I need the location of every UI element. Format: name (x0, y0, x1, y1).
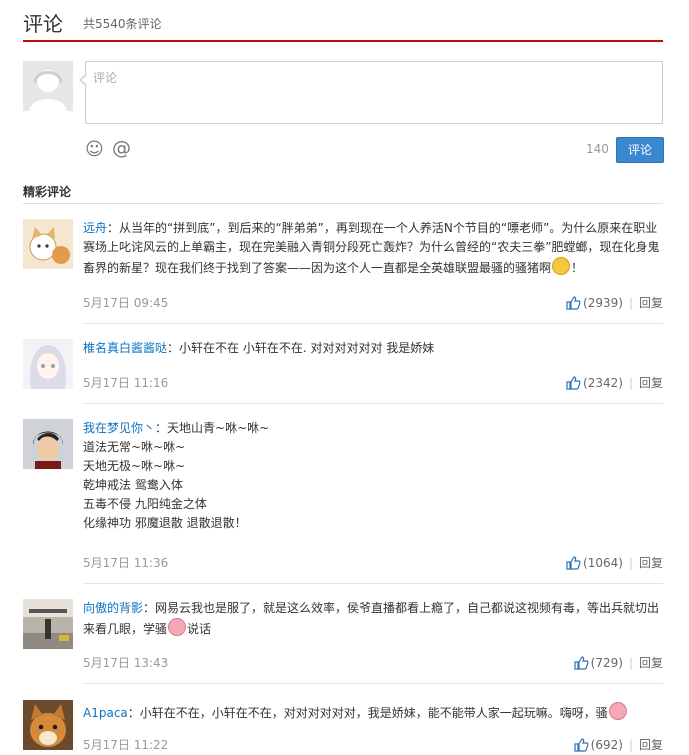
comment-actions: (1064) | 回复 (566, 554, 663, 571)
char-limit: 140 (586, 142, 609, 156)
avatar[interactable] (23, 700, 73, 750)
like-button[interactable]: (692) (574, 738, 623, 752)
pig-emoji-icon (608, 702, 627, 720)
thumbs-up-icon (566, 376, 581, 390)
avatar (23, 61, 73, 111)
comment-item: 我在梦见你丶：天地山青~咻~咻~ 道法无常~咻~咻~ 天地无极~咻~咻~ 乾坤戒… (23, 419, 663, 587)
comment-divider (83, 683, 663, 684)
comment-text: 椎名真白酱酱哒：小轩在不在 小轩在不在. 对对对对对对 我是娇妹 (83, 341, 435, 355)
comment-time: 5月17日 09:45 (83, 296, 169, 310)
like-button[interactable]: (2342) (566, 376, 623, 390)
thumbs-up-icon (566, 556, 581, 570)
section-divider (23, 203, 663, 204)
comment-time: 5月17日 11:22 (83, 738, 169, 752)
comment-actions: (692) | 回复 (574, 736, 663, 753)
page-title: 评论 (23, 12, 63, 36)
comment-item: 椎名真白酱酱哒：小轩在不在 小轩在不在. 对对对对对对 我是娇妹 5月17日 1… (23, 339, 663, 407)
comment-input-placeholder: 评论 (93, 71, 118, 85)
comment-username[interactable]: 向傲的背影 (83, 601, 143, 615)
comment-username[interactable]: 远舟 (83, 221, 107, 235)
comment-username[interactable]: A1paca (83, 706, 128, 720)
like-count: (729) (590, 656, 623, 670)
pig-emoji-icon (168, 618, 187, 636)
thumbs-up-icon (574, 656, 589, 670)
at-mention-icon[interactable]: @ (112, 137, 131, 159)
laughing-emoji-icon (552, 257, 571, 275)
cat-avatar-icon (23, 219, 73, 269)
reply-button[interactable]: 回复 (639, 556, 663, 570)
comment-actions: (2939) | 回复 (566, 294, 663, 311)
section-title: 精彩评论 (23, 185, 72, 199)
avatar[interactable] (23, 339, 73, 389)
street-photo-avatar-icon (23, 599, 73, 649)
comment-divider (83, 583, 663, 584)
like-button[interactable]: (1064) (566, 556, 623, 570)
like-count: (2342) (583, 376, 623, 390)
comment-divider (83, 323, 663, 324)
comment-item: 向傲的背影：网易云我也是服了，就是这么效率，侯爷直播都看上瘾了，自己都说这视频有… (23, 599, 663, 687)
comment-text: 向傲的背影：网易云我也是服了，就是这么效率，侯爷直播都看上瘾了，自己都说这视频有… (83, 601, 660, 636)
comment-input[interactable]: 评论 (79, 61, 663, 124)
like-count: (2939) (583, 296, 623, 310)
comment-actions: (729) | 回复 (574, 654, 663, 671)
reply-button[interactable]: 回复 (639, 656, 663, 670)
comment-text: A1paca：小轩在不在，小轩在不在，对对对对对对，我是娇妹，能不能带人家一起玩… (83, 702, 663, 723)
reply-button[interactable]: 回复 (639, 296, 663, 310)
like-count: (1064) (583, 556, 623, 570)
like-button[interactable]: (2939) (566, 296, 623, 310)
emoji-icon[interactable]: ☺ (85, 139, 104, 160)
comment-item: 远舟：从当年的“拼到底”，到后来的“胖弟弟”，再到现在一个人养活N个节目的“嘌老… (23, 219, 663, 327)
avatar[interactable] (23, 599, 73, 649)
cat-photo-avatar-icon (23, 700, 73, 750)
comment-username[interactable]: 椎名真白酱酱哒 (83, 341, 167, 355)
boy-avatar-icon (23, 419, 73, 469)
like-count: (692) (590, 738, 623, 752)
avatar[interactable] (23, 219, 73, 269)
comment-divider (83, 403, 663, 404)
like-button[interactable]: (729) (574, 656, 623, 670)
comment-text: 远舟：从当年的“拼到底”，到后来的“胖弟弟”，再到现在一个人养活N个节目的“嘌老… (83, 221, 660, 275)
comment-username[interactable]: 我在梦见你丶 (83, 421, 155, 435)
default-avatar-icon (23, 61, 73, 111)
comment-time: 5月17日 11:16 (83, 376, 169, 390)
comment-time: 5月17日 11:36 (83, 556, 169, 570)
submit-comment-button[interactable]: 评论 (616, 137, 664, 163)
reply-button[interactable]: 回复 (639, 376, 663, 390)
comment-text: 我在梦见你丶：天地山青~咻~咻~ 道法无常~咻~咻~ 天地无极~咻~咻~ 乾坤戒… (83, 421, 270, 530)
comment-time: 5月17日 13:43 (83, 656, 169, 670)
reply-button[interactable]: 回复 (639, 738, 663, 752)
thumbs-up-icon (566, 296, 581, 310)
avatar[interactable] (23, 419, 73, 469)
anime-girl-avatar-icon (23, 339, 73, 389)
comment-count: 共5540条评论 (83, 17, 162, 31)
thumbs-up-icon (574, 738, 589, 752)
comment-item: A1paca：小轩在不在，小轩在不在，对对对对对对，我是娇妹，能不能带人家一起玩… (23, 700, 663, 755)
comments-header: 评论 共5540条评论 (23, 6, 663, 42)
comment-actions: (2342) | 回复 (566, 374, 663, 391)
